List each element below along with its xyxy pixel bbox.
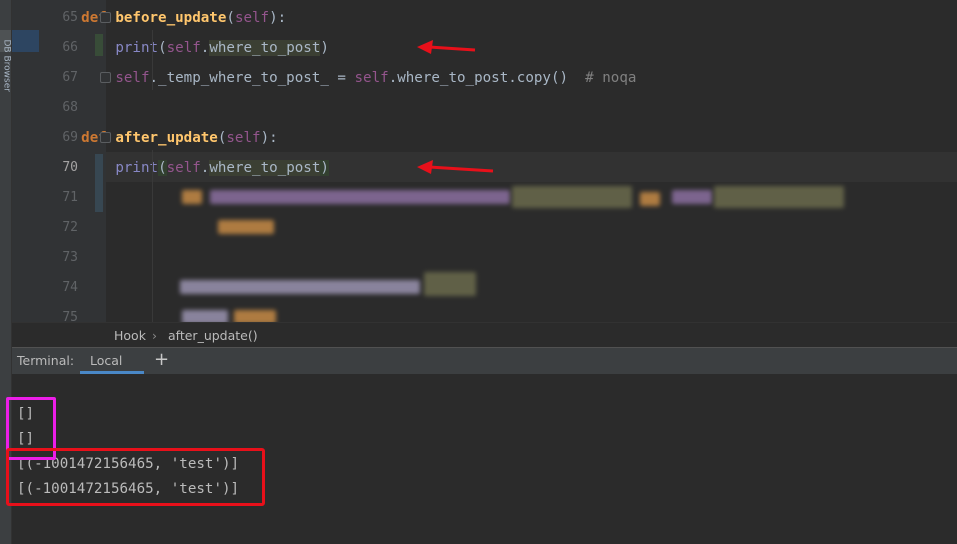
line-number: 74	[62, 280, 78, 295]
tab-local-label: Local	[90, 353, 123, 368]
obscured-code	[640, 192, 660, 206]
code-line: print(self.where_to_post)	[47, 153, 329, 183]
vcs-change-marker[interactable]	[95, 154, 103, 212]
line-number: 72	[62, 220, 78, 235]
code-line: def before_update(self):	[47, 3, 286, 33]
fold-marker[interactable]	[100, 72, 111, 83]
code-token: (	[226, 10, 235, 26]
code-token: after_update	[115, 130, 218, 146]
breadcrumb-function[interactable]: after_update()	[168, 328, 258, 343]
code-token: self	[226, 130, 261, 146]
annotation-box-red	[6, 448, 265, 506]
code-token: before_update	[115, 10, 227, 26]
breadcrumb: Hook › after_update()	[12, 322, 957, 348]
code-token: where_to_post	[209, 40, 321, 56]
code-token: )	[320, 40, 329, 56]
code-editor[interactable]: 65 66 67 68 69 70 71 72 73 74 75 def before_update…	[12, 0, 957, 322]
obscured-code	[714, 186, 844, 208]
code-token: ._temp_where_to_post_ =	[149, 70, 355, 86]
annotation-arrow-icon	[417, 160, 494, 174]
code-token: self	[166, 40, 201, 56]
obscured-code	[512, 186, 632, 208]
line-number: 68	[62, 100, 78, 115]
terminal-output[interactable]: [] [] [(-1001472156465, 'test')] [(-1001…	[6, 374, 957, 544]
tab-local[interactable]: Local	[80, 348, 144, 374]
obscured-code	[210, 190, 510, 204]
line-number: 75	[62, 310, 78, 322]
code-token: # noqa	[585, 70, 637, 86]
breadcrumb-class[interactable]: Hook	[114, 328, 146, 343]
code-token: (	[158, 160, 167, 176]
code-token: .where_to_post.copy()	[388, 70, 586, 86]
code-line: print(self.where_to_post)	[47, 33, 329, 63]
obscured-code	[180, 280, 420, 294]
code-token: self	[234, 10, 270, 26]
line-number: 73	[62, 250, 78, 265]
code-token: ):	[269, 10, 287, 26]
code-token: self	[354, 70, 389, 86]
obscured-code	[672, 190, 712, 204]
indent-guide	[152, 30, 153, 90]
code-token: where_to_post	[209, 160, 321, 176]
obscured-code	[424, 272, 476, 296]
gutter-highlight	[12, 30, 39, 52]
db-browser-label[interactable]: DB Browser	[1, 40, 12, 112]
code-line: self._temp_where_to_post_ = self.where_t…	[47, 63, 636, 93]
add-tab-plus-icon[interactable]: +	[154, 349, 169, 370]
obscured-code	[218, 220, 274, 234]
obscured-code	[234, 310, 276, 322]
code-token: self	[166, 160, 201, 176]
breadcrumb-separator: ›	[152, 328, 157, 343]
annotation-arrow-icon	[417, 40, 476, 54]
code-line: def after_update(self):	[47, 123, 278, 153]
terminal-tab-bar: Terminal: Local +	[12, 347, 957, 374]
fold-marker[interactable]	[100, 12, 111, 23]
indent-guide	[152, 150, 153, 322]
code-token: )	[320, 160, 329, 176]
obscured-code	[182, 190, 202, 204]
terminal-label: Terminal:	[17, 353, 75, 368]
obscured-code	[182, 310, 228, 322]
code-token: ):	[260, 130, 278, 146]
code-token: self	[115, 70, 150, 86]
vcs-change-marker[interactable]	[95, 34, 103, 56]
line-number: 71	[62, 190, 78, 205]
fold-marker[interactable]	[100, 132, 111, 143]
code-token: (	[158, 40, 167, 56]
